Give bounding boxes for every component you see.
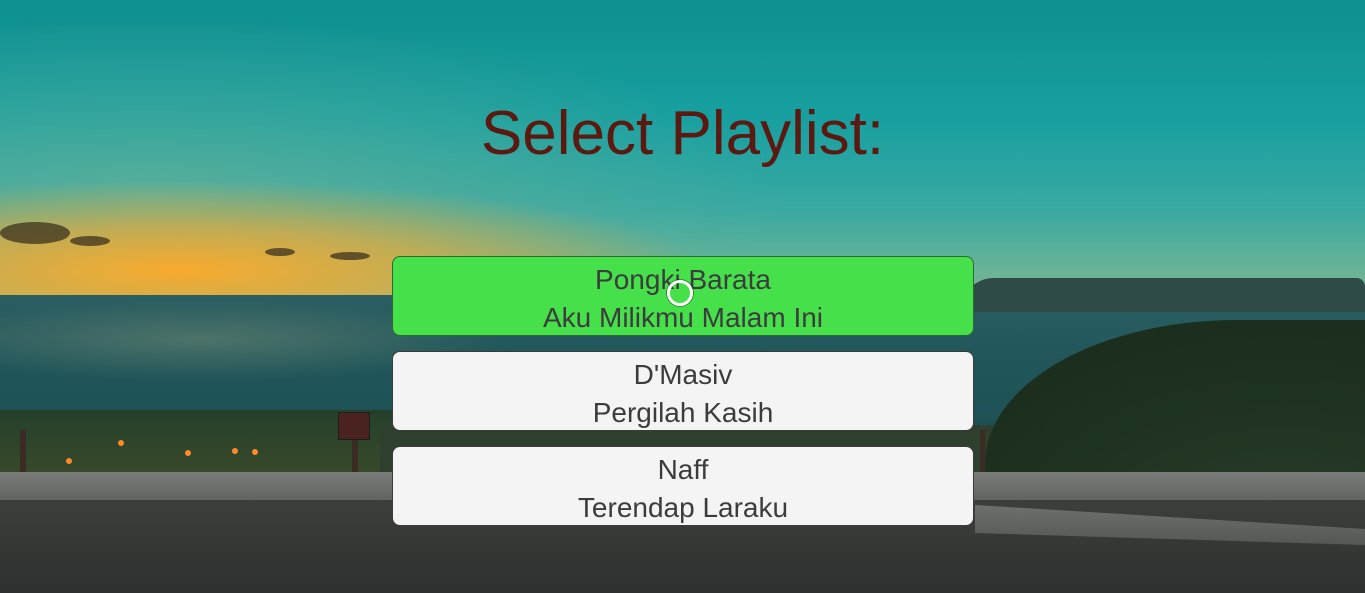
song-label: Pergilah Kasih xyxy=(592,397,774,428)
flower xyxy=(118,440,124,446)
flower xyxy=(252,449,258,455)
cloud xyxy=(0,222,70,244)
warning-sign xyxy=(338,412,370,440)
distant-island xyxy=(960,278,1365,312)
cloud xyxy=(70,236,110,246)
playlist-item[interactable]: D'Masiv Pergilah Kasih xyxy=(392,351,974,431)
flower xyxy=(185,450,191,456)
cloud xyxy=(265,248,295,256)
sign-post xyxy=(20,430,26,474)
page-title: Select Playlist: xyxy=(480,99,885,168)
ring-cursor-icon xyxy=(667,280,693,306)
song-label: Terendap Laraku xyxy=(577,492,789,523)
flower xyxy=(232,448,238,454)
artist-label: D'Masiv xyxy=(633,359,733,390)
artist-label: Naff xyxy=(657,454,709,485)
playlist-item[interactable]: Naff Terendap Laraku xyxy=(392,446,974,526)
flower xyxy=(66,458,72,464)
cloud xyxy=(330,252,370,260)
